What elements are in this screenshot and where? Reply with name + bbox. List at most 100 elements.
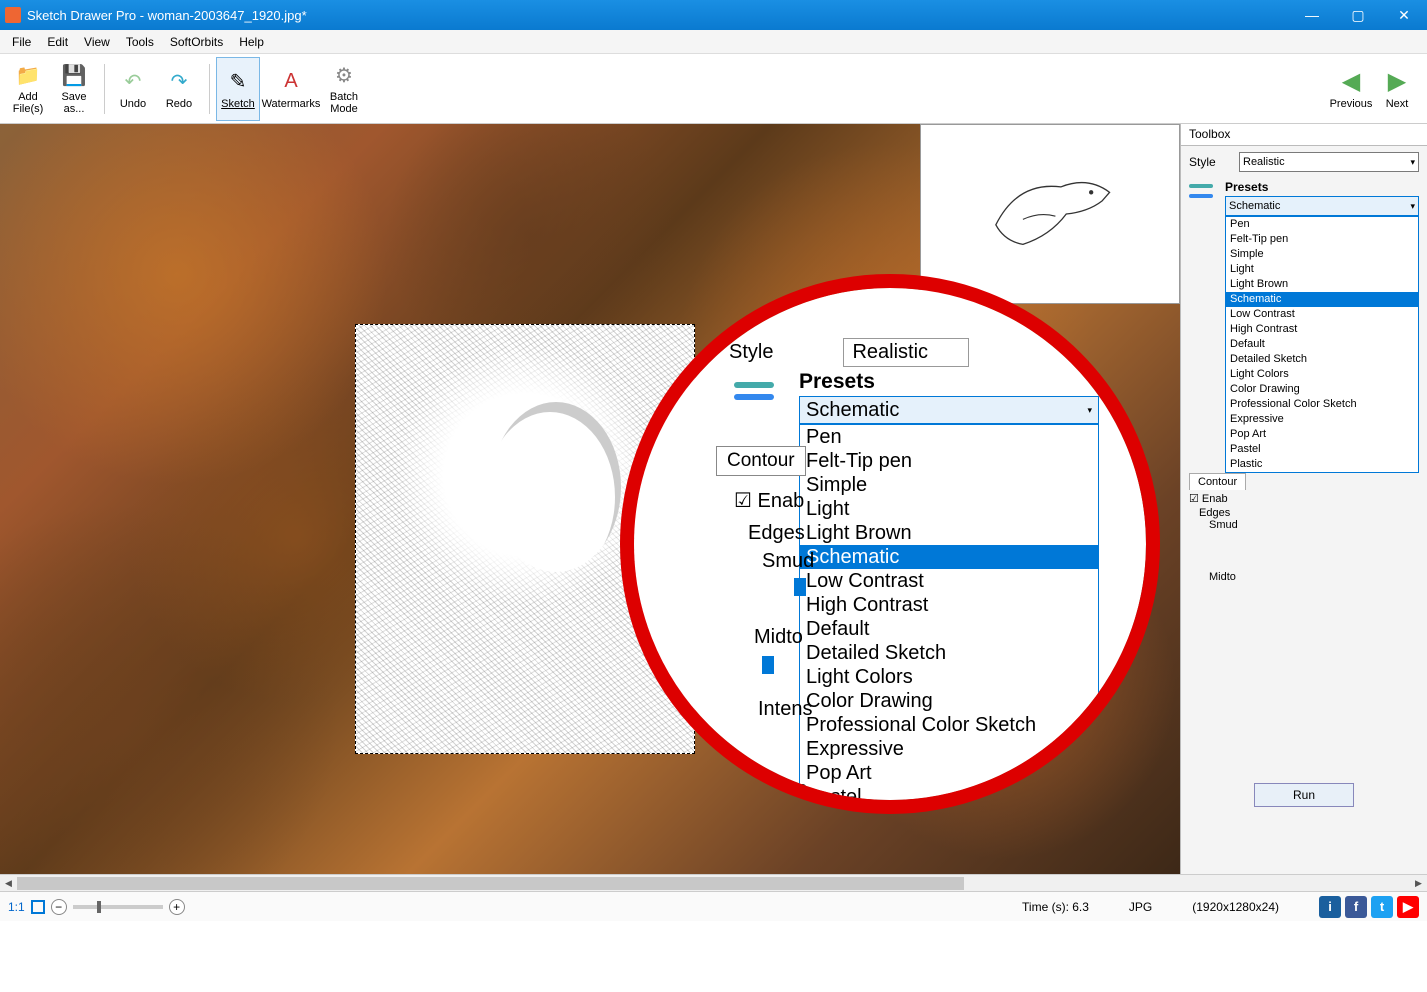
preset-option[interactable]: Detailed Sketch	[800, 641, 1098, 665]
sketch-button[interactable]: ✎ Sketch	[216, 57, 260, 121]
preset-option[interactable]: Plastic	[1226, 457, 1418, 472]
preset-option[interactable]: Pop Art	[800, 761, 1098, 785]
preset-option[interactable]: Pop Art	[1226, 427, 1418, 442]
add-files-label: Add File(s)	[13, 92, 44, 115]
preset-option[interactable]: Felt-Tip pen	[1226, 232, 1418, 247]
preset-option[interactable]: Schematic	[800, 545, 1098, 569]
previous-label: Previous	[1330, 98, 1373, 110]
mag-strokes-label: Strokes	[734, 778, 807, 800]
add-files-button[interactable]: 📁 Add File(s)	[6, 57, 50, 121]
preset-option[interactable]: Light Brown	[800, 521, 1098, 545]
next-button[interactable]: ▶ Next	[1375, 57, 1419, 121]
contour-tab[interactable]: Contour	[1189, 473, 1246, 490]
preset-option[interactable]: Light	[800, 497, 1098, 521]
preset-option[interactable]: Pen	[800, 425, 1098, 449]
mag-style-select[interactable]: Realistic	[843, 338, 969, 367]
horizontal-scrollbar[interactable]: ◀ ▶	[0, 874, 1427, 891]
fit-icon[interactable]	[31, 900, 45, 914]
preset-option[interactable]: Professional Color Sketch	[1226, 397, 1418, 412]
preset-option[interactable]: Light Colors	[1226, 367, 1418, 382]
preset-option[interactable]: Default	[800, 617, 1098, 641]
scroll-left-icon[interactable]: ◀	[0, 875, 17, 892]
preset-option[interactable]: Low Contrast	[800, 569, 1098, 593]
menu-file[interactable]: File	[4, 33, 39, 51]
preset-option[interactable]: Low Contrast	[1226, 307, 1418, 322]
preset-option[interactable]: High Contrast	[800, 593, 1098, 617]
mag-preset-selected: Schematic	[806, 399, 899, 422]
preset-option[interactable]: Color Drawing	[1226, 382, 1418, 397]
save-as-label: Save as...	[61, 92, 86, 115]
preset-option[interactable]: Schematic	[1226, 292, 1418, 307]
redo-button[interactable]: ↷ Redo	[157, 57, 201, 121]
preset-option[interactable]: Professional Color Sketch	[800, 713, 1098, 737]
preset-option[interactable]: Light Colors	[800, 665, 1098, 689]
preset-option[interactable]: Pastel	[800, 785, 1098, 800]
zoom-slider[interactable]	[73, 905, 163, 909]
zoom-in-button[interactable]: +	[169, 899, 185, 915]
undo-button[interactable]: ↶ Undo	[111, 57, 155, 121]
preset-option[interactable]: Pastel	[1226, 442, 1418, 457]
folder-icon: 📁	[14, 62, 42, 90]
save-as-button[interactable]: 💾 Save as...	[52, 57, 96, 121]
minimize-button[interactable]: —	[1289, 0, 1335, 30]
youtube-icon[interactable]: ▶	[1397, 896, 1419, 918]
preset-option[interactable]: Simple	[800, 473, 1098, 497]
sketch-label: Sketch	[221, 98, 255, 110]
save-icon: 💾	[60, 62, 88, 90]
mag-smudge-slider[interactable]	[794, 578, 806, 596]
zoom-ratio[interactable]: 1:1	[8, 900, 25, 914]
thumbnail-panel[interactable]	[920, 124, 1180, 304]
presets-select[interactable]: Schematic ▾	[1225, 196, 1419, 216]
mag-preset-select[interactable]: Schematic ▾	[799, 396, 1099, 424]
preset-option[interactable]: Color Drawing	[800, 689, 1098, 713]
mag-enable-checkbox[interactable]: ☑ Enab	[734, 488, 804, 513]
undo-label: Undo	[120, 98, 146, 110]
menu-help[interactable]: Help	[231, 33, 272, 51]
separator	[104, 64, 105, 114]
chevron-down-icon: ▾	[1410, 201, 1415, 212]
presets-label: Presets	[1217, 178, 1427, 196]
preset-option[interactable]: Light	[1226, 262, 1418, 277]
bird-sketch-icon	[985, 154, 1115, 274]
preset-option[interactable]: High Contrast	[1226, 322, 1418, 337]
maximize-button[interactable]: ▢	[1335, 0, 1381, 30]
preset-option[interactable]: Expressive	[800, 737, 1098, 761]
batch-mode-button[interactable]: ⚙ Batch Mode	[322, 57, 366, 121]
preset-option[interactable]: Simple	[1226, 247, 1418, 262]
info-icon[interactable]: i	[1319, 896, 1341, 918]
preset-option[interactable]: Light Brown	[1226, 277, 1418, 292]
main-area: Toolbox Style Realistic ▾ Presets Schema…	[0, 124, 1427, 874]
mag-preset-dropdown[interactable]: PenFelt-Tip penSimpleLightLight BrownSch…	[799, 424, 1099, 800]
facebook-icon[interactable]: f	[1345, 896, 1367, 918]
window-title: Sketch Drawer Pro - woman-2003647_1920.j…	[27, 8, 1289, 23]
scrollbar-thumb[interactable]	[17, 877, 964, 890]
preset-option[interactable]: Pen	[1226, 217, 1418, 232]
preset-option[interactable]: Felt-Tip pen	[800, 449, 1098, 473]
close-button[interactable]: ✕	[1381, 0, 1427, 30]
menu-view[interactable]: View	[76, 33, 118, 51]
style-select[interactable]: Realistic ▾	[1239, 152, 1419, 172]
preset-option[interactable]: Detailed Sketch	[1226, 352, 1418, 367]
gear-icon: ⚙	[330, 62, 358, 90]
toolbox-header: Toolbox	[1181, 124, 1427, 146]
midtones-label: Midto	[1181, 571, 1427, 583]
enable-checkbox[interactable]: ☑ Enab	[1181, 490, 1427, 507]
watermarks-button[interactable]: A Watermarks	[262, 57, 320, 121]
mag-contour-tab[interactable]: Contour	[716, 446, 806, 476]
format-label: JPG	[1129, 900, 1152, 914]
twitter-icon[interactable]: t	[1371, 896, 1393, 918]
ribbon-toolbar: 📁 Add File(s) 💾 Save as... ↶ Undo ↷ Redo…	[0, 54, 1427, 124]
menu-tools[interactable]: Tools	[118, 33, 162, 51]
magnified-overlay: lbox Style Realistic Presets Schematic ▾…	[634, 288, 1146, 800]
presets-dropdown[interactable]: PenFelt-Tip penSimpleLightLight BrownSch…	[1225, 216, 1419, 473]
preset-option[interactable]: Default	[1226, 337, 1418, 352]
scroll-right-icon[interactable]: ▶	[1410, 875, 1427, 892]
run-button[interactable]: Run	[1254, 783, 1354, 807]
preset-option[interactable]: Expressive	[1226, 412, 1418, 427]
style-value: Realistic	[1243, 156, 1285, 168]
menu-edit[interactable]: Edit	[39, 33, 76, 51]
previous-button[interactable]: ◀ Previous	[1329, 57, 1373, 121]
menu-softorbits[interactable]: SoftOrbits	[162, 33, 231, 51]
mag-midtones-slider[interactable]	[762, 656, 774, 674]
zoom-out-button[interactable]: −	[51, 899, 67, 915]
